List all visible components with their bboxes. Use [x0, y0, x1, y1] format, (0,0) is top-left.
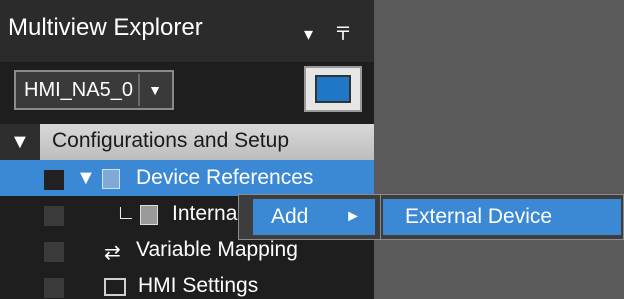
submenu-arrow-icon: ► — [345, 208, 361, 225]
hmi-settings-icon — [104, 278, 126, 296]
tree-item-configurations[interactable]: ▼ Configurations and Setup — [0, 124, 374, 160]
device-references-icon — [102, 169, 120, 189]
status-square-icon — [44, 278, 64, 298]
status-square-icon — [44, 206, 64, 226]
screen-icon — [315, 75, 351, 103]
tree-item-label: Configurations and Setup — [52, 129, 289, 152]
tree-branch-icon: ∟ — [116, 202, 136, 224]
menu-item-external-device[interactable]: External Device — [383, 199, 621, 235]
tree-item-label: Device References — [136, 166, 314, 189]
workspace-area — [374, 0, 624, 299]
chevron-down-icon[interactable]: ▼ — [138, 74, 170, 106]
expand-icon[interactable]: ▼ — [76, 167, 96, 190]
status-square-icon — [44, 242, 64, 262]
menu-item-add[interactable]: Add ► — [253, 199, 375, 235]
device-dropdown[interactable]: HMI_NA5_0 ▼ — [14, 70, 174, 110]
status-square-icon — [44, 170, 64, 190]
device-dropdown-value: HMI_NA5_0 — [24, 79, 133, 101]
pin-icon[interactable]: ▾ 〒 — [304, 20, 360, 46]
expand-icon[interactable]: ▼ — [10, 131, 30, 154]
context-menu: Add ► — [238, 194, 382, 240]
explorer-titlebar: Multiview Explorer ▾ 〒 — [0, 0, 374, 62]
hmi-device-icon[interactable] — [304, 66, 362, 112]
tree-item-label: HMI Settings — [138, 274, 259, 297]
add-submenu: External Device — [380, 194, 624, 240]
multiview-explorer-panel: Multiview Explorer ▾ 〒 HMI_NA5_0 ▼ ▼ Con… — [0, 0, 374, 299]
tree-item-hmi-settings[interactable]: HMI Settings — [0, 268, 374, 299]
explorer-title: Multiview Explorer — [8, 14, 203, 41]
tree-item-label: Variable Mapping — [136, 238, 298, 261]
menu-item-label: External Device — [405, 205, 553, 228]
variable-mapping-icon: ⇄ — [104, 242, 121, 264]
tree-item-label: Internal — [172, 202, 243, 225]
internal-device-icon — [140, 205, 158, 225]
tree-item-device-references[interactable]: ▼ Device References — [0, 160, 374, 196]
menu-item-label: Add — [271, 205, 309, 228]
